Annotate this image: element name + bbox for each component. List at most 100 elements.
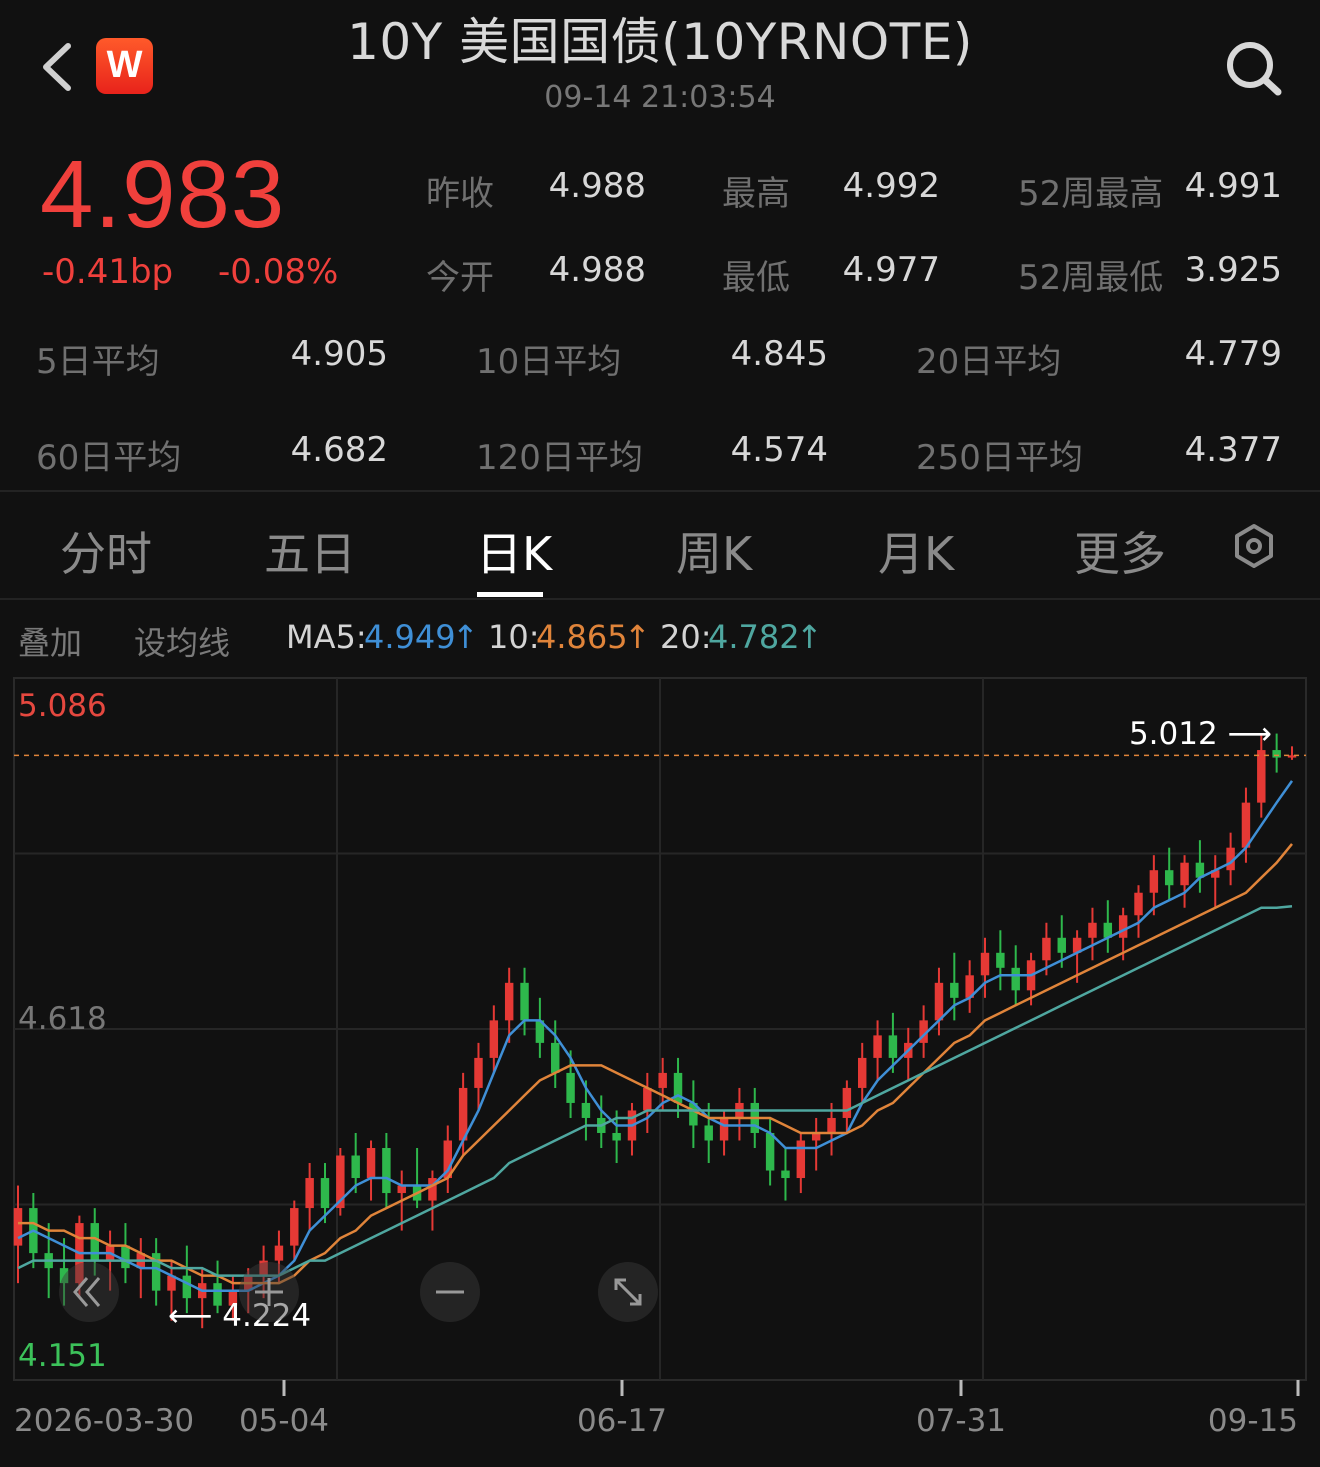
fullscreen-button[interactable] xyxy=(598,1262,658,1322)
stat-value-high: 4.992 xyxy=(842,166,940,206)
candles xyxy=(13,733,1297,1329)
tab-five-day[interactable]: 五日 xyxy=(264,518,356,584)
candle-body xyxy=(658,1072,667,1088)
scroll-left-button-bg xyxy=(59,1262,119,1322)
settings-icon[interactable] xyxy=(1230,522,1278,570)
kline-chart[interactable]: 5.0864.6184.1515.012 ⟶⟵ 4.2242026-03-30 0… xyxy=(0,670,1320,1467)
y-axis-mid-label: 4.618 xyxy=(18,1001,107,1037)
candle-body xyxy=(382,1148,391,1194)
stat-label-open: 今开 xyxy=(426,258,494,298)
change-bp: -0.41bp xyxy=(42,252,174,292)
candle-body xyxy=(873,1035,882,1058)
avg-label-250d: 250日平均 xyxy=(916,438,1083,478)
stat-value-52w-low: 3.925 xyxy=(1184,250,1282,290)
zoom-in-button[interactable] xyxy=(239,1262,299,1322)
x-axis-label: 07-31 xyxy=(916,1403,1006,1439)
candle-body xyxy=(581,1102,591,1118)
ma10-line xyxy=(18,843,1293,1285)
candle-body xyxy=(90,1223,99,1261)
candle-body xyxy=(366,1148,376,1179)
avg-label-120d: 120日平均 xyxy=(476,438,643,478)
scroll-left-button[interactable] xyxy=(59,1262,119,1322)
tab-intraday[interactable]: 分时 xyxy=(60,518,152,584)
candle-body xyxy=(305,1178,314,1209)
tab-daily-k[interactable]: 日K xyxy=(476,518,552,584)
candle-body xyxy=(1164,870,1174,886)
search-icon[interactable] xyxy=(1222,38,1286,98)
tab-monthly-k[interactable]: 月K xyxy=(878,518,954,584)
ma20-up-arrow: ↑ xyxy=(796,618,823,656)
candle-body xyxy=(1134,892,1143,916)
candle-body xyxy=(781,1170,790,1179)
candle-body xyxy=(1241,802,1251,848)
active-tab-indicator xyxy=(477,592,543,597)
candle-body xyxy=(765,1132,775,1171)
candle-body xyxy=(934,982,944,1021)
avg-value-20d: 4.779 xyxy=(1184,334,1282,374)
avg-label-20d: 20日平均 xyxy=(916,342,1062,382)
overlay-button[interactable]: 叠加 xyxy=(18,618,82,664)
candle-body xyxy=(182,1275,192,1299)
avg-value-10d: 4.845 xyxy=(730,334,828,374)
current-price: 4.983 xyxy=(40,141,286,248)
ma-toolbar: 叠加 设均线 MA5: 4.949 ↑ 10: 4.865 ↑ 20: 4.78… xyxy=(0,608,1320,668)
stat-value-prev-close: 4.988 xyxy=(548,166,646,206)
candle-body xyxy=(566,1072,575,1103)
divider xyxy=(0,598,1320,600)
tab-more[interactable]: 更多 xyxy=(1074,518,1166,584)
candle-body xyxy=(980,952,990,976)
candle-body xyxy=(857,1057,867,1088)
ma10-up-arrow: ↑ xyxy=(624,618,651,656)
candle-body xyxy=(796,1140,806,1179)
candle-body xyxy=(121,1245,130,1269)
x-axis-label: 05-04 xyxy=(239,1403,329,1439)
candle-body xyxy=(612,1132,621,1141)
stat-label-52w-low: 52周最低 xyxy=(1018,258,1164,298)
app-logo[interactable]: W xyxy=(96,38,153,94)
candle-body xyxy=(1118,915,1128,938)
ma5-label: MA5: xyxy=(286,618,367,656)
set-ma-button[interactable]: 设均线 xyxy=(134,618,230,664)
candle-body xyxy=(290,1208,299,1246)
header: W 10Y 美国国债(10YRNOTE) 09-14 21:03:54 xyxy=(0,0,1320,130)
candle-body xyxy=(1088,922,1097,938)
candle-body xyxy=(996,952,1005,968)
avg-label-5d: 5日平均 xyxy=(36,342,160,382)
tab-weekly-k[interactable]: 周K xyxy=(676,518,752,584)
chart-controls xyxy=(59,1262,658,1322)
candle-body xyxy=(673,1072,683,1103)
candle-body xyxy=(1272,750,1281,758)
page-title: 10Y 美国国债(10YRNOTE) xyxy=(347,13,973,71)
ma5-value: 4.949 xyxy=(364,618,456,656)
avg-label-60d: 60日平均 xyxy=(36,438,182,478)
y-axis-low-label: 4.151 xyxy=(18,1338,107,1374)
avg-value-60d: 4.682 xyxy=(290,430,388,470)
candle-body xyxy=(950,982,959,998)
candle-body xyxy=(827,1117,836,1133)
y-axis-high-label: 5.086 xyxy=(18,688,107,724)
ma5-up-arrow: ↑ xyxy=(452,618,479,656)
max-value-marker: 5.012 ⟶ xyxy=(1129,716,1272,752)
candle-body xyxy=(719,1117,729,1141)
chevron-left-icon[interactable] xyxy=(36,40,80,94)
avg-label-10d: 10日平均 xyxy=(476,342,622,382)
ma10-label: 10: xyxy=(488,618,540,656)
candle-body xyxy=(1180,862,1189,886)
divider xyxy=(0,490,1320,492)
ma5-line xyxy=(17,780,1294,1292)
candle-body xyxy=(551,1042,560,1073)
candle-body xyxy=(1257,750,1266,803)
quote-time: 09-14 21:03:54 xyxy=(544,80,776,115)
candle-body xyxy=(504,982,514,1021)
candle-body xyxy=(1011,967,1020,991)
avg-value-120d: 4.574 xyxy=(730,430,828,470)
candle-body xyxy=(274,1245,284,1261)
stat-label-low: 最低 xyxy=(722,258,790,298)
candle-body xyxy=(643,1087,652,1111)
candle-body xyxy=(1042,937,1051,961)
x-axis-label: 06-17 xyxy=(577,1403,667,1439)
x-axis-label: 2026-03-30 xyxy=(14,1403,194,1439)
zoom-out-button[interactable] xyxy=(420,1262,480,1322)
candle-body xyxy=(1149,870,1159,893)
avg-value-5d: 4.905 xyxy=(290,334,388,374)
